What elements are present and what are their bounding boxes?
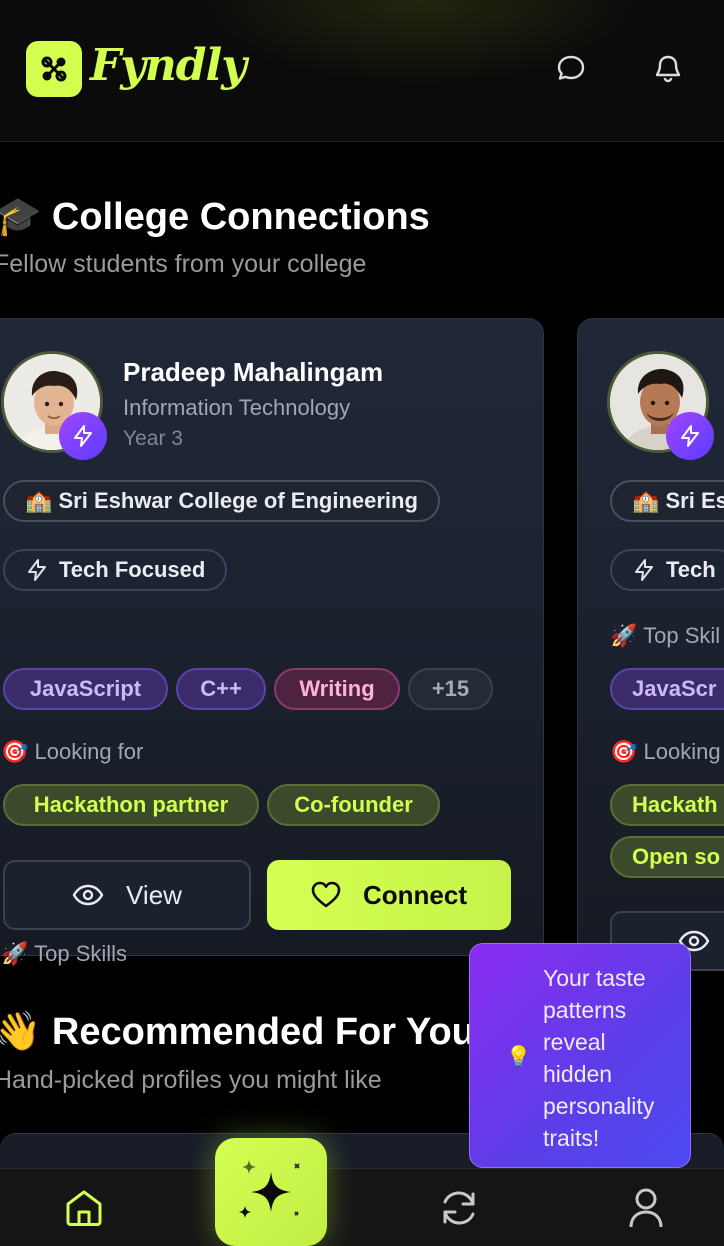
graduation-cap-icon: 🎓	[0, 196, 42, 238]
tooltip-text: Your taste patterns reveal hidden person…	[543, 965, 655, 1151]
app-name: Fyndly	[90, 40, 247, 91]
profile-card[interactable]: 🏫 Sri Es Tech 🚀 Top Skil JavaScr 🎯 Looki…	[577, 318, 724, 971]
profile-year: Year 3	[123, 427, 183, 450]
skill-chip[interactable]: C++	[176, 668, 266, 710]
profile-name: Pradeep Mahalingam	[123, 357, 384, 387]
looking-for-label: 🎯 Looking for	[1, 739, 144, 764]
tech-bolt-badge	[59, 412, 107, 460]
looking-for-chip[interactable]: Hackathon partner	[3, 784, 259, 826]
app-header: Fyndly	[0, 0, 724, 142]
profile-icon[interactable]	[621, 1183, 671, 1233]
college-badge: 🏫 Sri Eshwar College of Engineering	[3, 480, 440, 522]
tech-bolt-badge	[666, 412, 714, 460]
focus-badge: Tech	[610, 549, 724, 591]
home-icon[interactable]	[59, 1183, 109, 1233]
heart-icon	[311, 881, 341, 908]
skill-chip[interactable]: JavaScript	[3, 668, 168, 710]
college-section-title: 🎓 College Connections	[0, 195, 430, 239]
skill-chip[interactable]: Writing	[274, 668, 400, 710]
chat-bubble-icon[interactable]	[553, 50, 589, 86]
looking-for-chip[interactable]: Co-founder	[267, 784, 440, 826]
looking-for-chip[interactable]: Open so	[610, 836, 724, 878]
more-skills-chip[interactable]: +15	[408, 668, 493, 710]
eye-icon	[72, 884, 104, 906]
insight-tooltip[interactable]: 💡 Your taste patterns reveal hidden pers…	[469, 943, 691, 1168]
refresh-icon[interactable]	[434, 1183, 484, 1233]
bottom-navigation	[0, 1168, 724, 1246]
bolt-icon	[635, 559, 653, 581]
lightbulb-icon: 💡	[506, 1046, 531, 1068]
looking-for-label: 🎯 Looking	[610, 739, 721, 764]
profile-card[interactable]: Pradeep Mahalingam Information Technolog…	[0, 318, 544, 966]
focus-badge: Tech Focused	[3, 549, 228, 591]
app-logo-icon[interactable]	[26, 41, 82, 97]
top-skills-label: 🚀 Top Skil	[610, 623, 721, 648]
recommended-section-title: 👋 Recommended For You	[0, 1010, 475, 1054]
college-section-subtitle: Fellow students from your college	[0, 250, 367, 278]
college-badge: 🏫 Sri Es	[610, 480, 724, 522]
bell-icon[interactable]	[650, 50, 686, 86]
connect-button[interactable]: Connect	[267, 860, 511, 930]
bolt-icon	[28, 559, 46, 581]
waving-hand-icon: 👋	[0, 1011, 42, 1053]
recommended-section-subtitle: Hand-picked profiles you might like	[0, 1066, 382, 1094]
top-skills-label: 🚀 Top Skills	[1, 941, 128, 966]
skill-chip[interactable]: JavaScr	[610, 668, 724, 710]
sparkle-icon[interactable]	[215, 1138, 327, 1246]
looking-for-chip[interactable]: Hackath	[610, 784, 724, 826]
view-button[interactable]: View	[3, 860, 251, 930]
profile-department: Information Technology	[123, 395, 351, 420]
